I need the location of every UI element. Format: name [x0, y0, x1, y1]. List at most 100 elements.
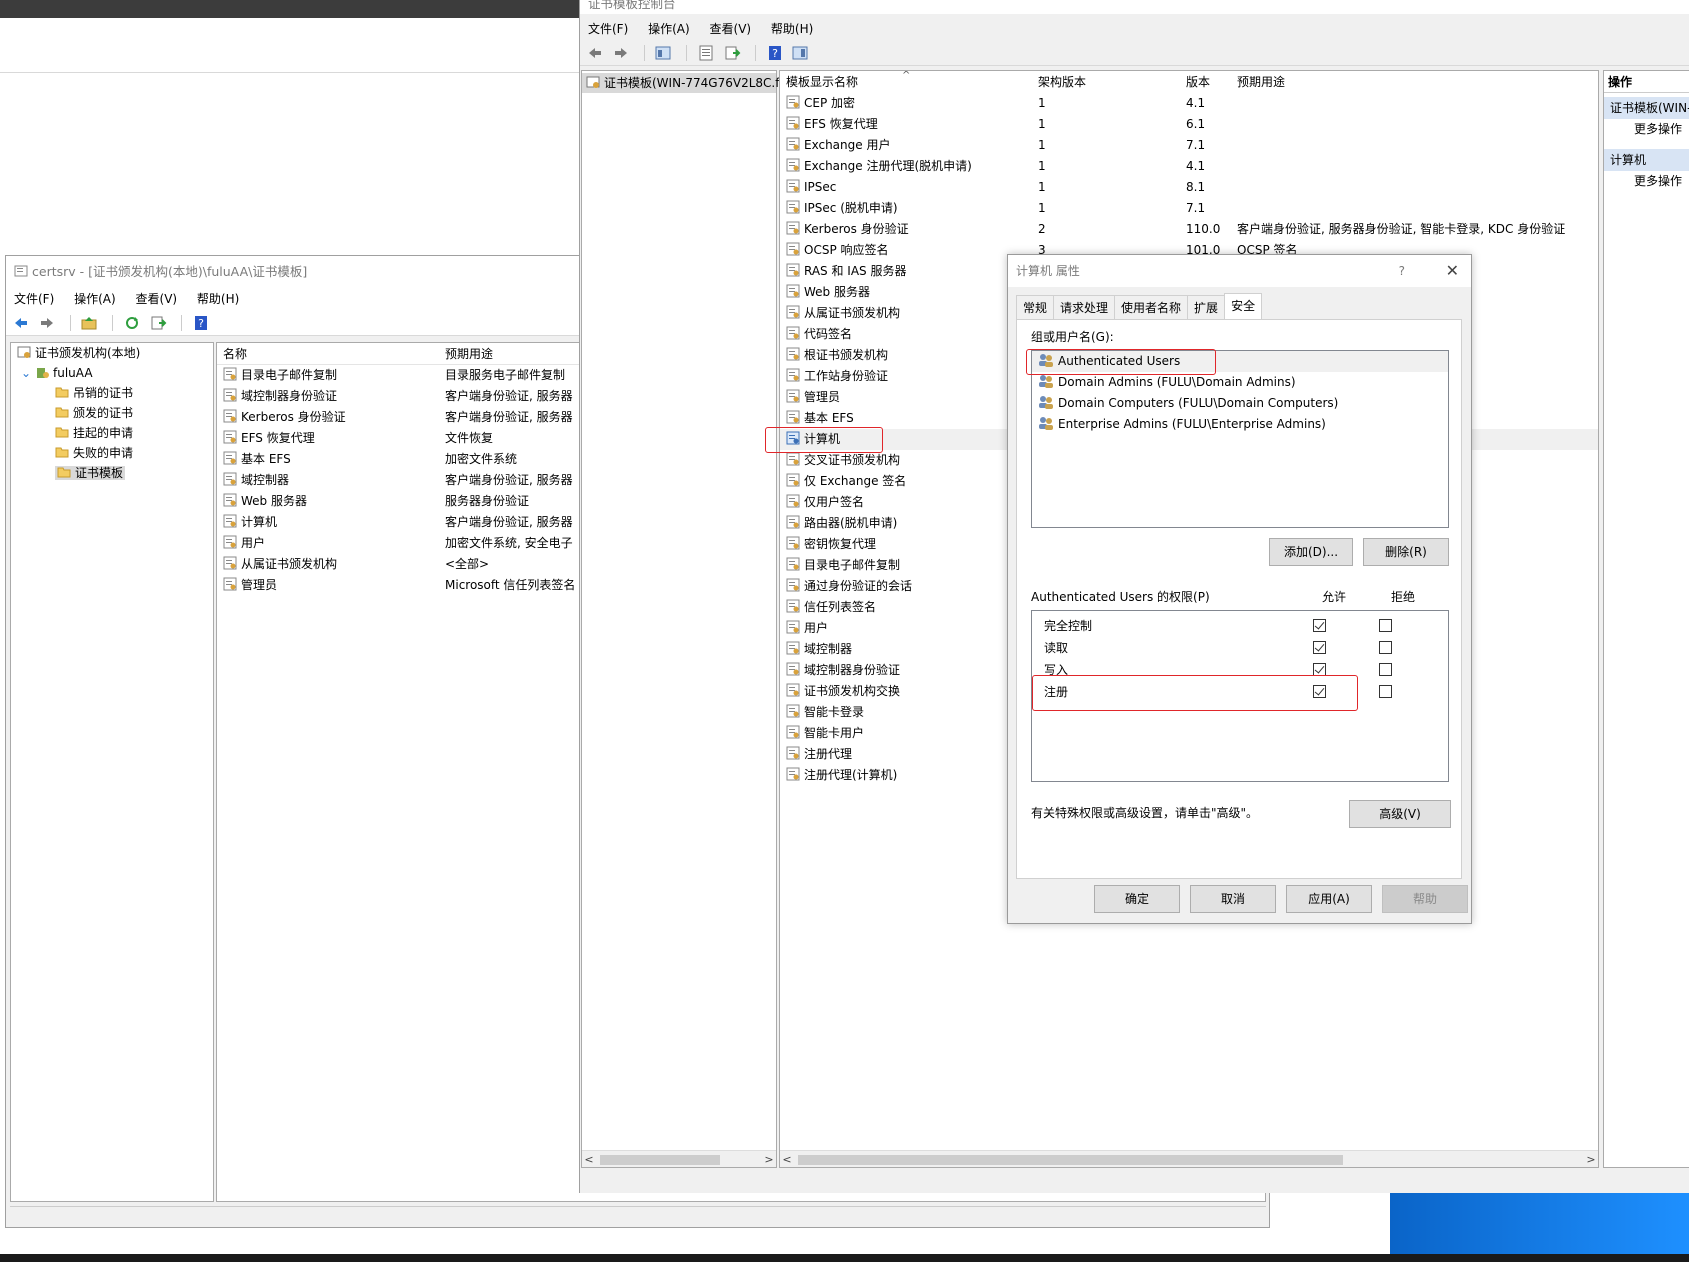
- tree-item-label: 失败的申请: [73, 446, 134, 460]
- help-icon[interactable]: ?: [192, 314, 210, 332]
- tree-templates-label: 证书模板(WIN-774G76V2L8C.f: [604, 76, 780, 90]
- tree-templates-node[interactable]: 证书模板(WIN-774G76V2L8C.f: [582, 73, 780, 93]
- row-name-label: 域控制器: [241, 473, 290, 487]
- properties-icon[interactable]: [697, 44, 715, 62]
- scroll-right-icon[interactable]: >: [762, 1151, 776, 1168]
- deny-checkbox[interactable]: [1379, 685, 1392, 698]
- svg-text:?: ?: [772, 47, 778, 60]
- tab-extensions[interactable]: 扩展: [1187, 295, 1226, 319]
- chevron-down-icon[interactable]: ⌄: [21, 363, 35, 383]
- column-header-schema[interactable]: 架构版本: [1038, 71, 1086, 93]
- tab-general[interactable]: 常规: [1016, 295, 1055, 319]
- template-row[interactable]: Exchange 注册代理(脱机申请) 1 4.1: [780, 156, 1598, 177]
- more-actions-link[interactable]: 更多操作: [1604, 119, 1689, 139]
- templates-toolbar: ?: [580, 40, 1689, 66]
- menu-help[interactable]: 帮助(H): [771, 22, 813, 36]
- advanced-button[interactable]: 高级(V): [1349, 800, 1451, 828]
- row-name: Kerberos 身份验证: [223, 407, 346, 428]
- row-purpose: 客户端身份验证, 服务器: [445, 389, 573, 403]
- menu-view[interactable]: 查看(V): [136, 292, 178, 306]
- dialog-titlebar[interactable]: 计算机 属性 ? ✕: [1008, 255, 1471, 287]
- add-button[interactable]: 添加(D)...: [1269, 538, 1353, 566]
- dialog-title: 计算机 属性: [1016, 264, 1080, 278]
- row-name: 域控制器: [223, 470, 289, 491]
- row-name: 从属证书颁发机构: [223, 554, 337, 575]
- template-row[interactable]: Exchange 用户 1 7.1: [780, 135, 1598, 156]
- row-name: 域控制器身份验证: [223, 386, 337, 407]
- back-arrow-icon[interactable]: [12, 314, 30, 332]
- templates-title: 证书模板控制台: [588, 0, 676, 11]
- show-tree-icon[interactable]: [654, 44, 672, 62]
- more-actions-link[interactable]: 更多操作: [1604, 171, 1689, 191]
- template-row[interactable]: CEP 加密 1 4.1: [780, 93, 1598, 114]
- show-action-pane-icon[interactable]: [791, 44, 809, 62]
- scroll-thumb[interactable]: [798, 1155, 1343, 1165]
- group-list-item[interactable]: Domain Admins (FULU\Domain Admins): [1032, 372, 1448, 393]
- allow-checkbox[interactable]: [1313, 619, 1326, 632]
- row-purpose: 客户端身份验证, 服务器: [445, 410, 573, 424]
- scroll-left-icon[interactable]: <: [582, 1151, 596, 1168]
- template-name: 智能卡登录: [786, 702, 864, 723]
- dialog-help-icon[interactable]: ?: [1399, 255, 1405, 287]
- refresh-icon[interactable]: [123, 314, 141, 332]
- column-header-version[interactable]: 版本: [1186, 71, 1210, 93]
- group-list-item[interactable]: Domain Computers (FULU\Domain Computers): [1032, 393, 1448, 414]
- background-window-titlebar: [0, 0, 580, 18]
- export-list-icon[interactable]: [149, 314, 167, 332]
- template-row[interactable]: Kerberos 身份验证 2 110.0 客户端身份验证, 服务器身份验证, 智能卡…: [780, 219, 1598, 240]
- deny-checkbox[interactable]: [1379, 641, 1392, 654]
- scroll-thumb[interactable]: [600, 1155, 720, 1165]
- column-header-name[interactable]: 名称: [223, 343, 247, 365]
- help-icon[interactable]: ?: [766, 44, 784, 62]
- forward-arrow-icon[interactable]: [612, 44, 630, 62]
- menu-file[interactable]: 文件(F): [14, 292, 54, 306]
- column-header-purpose[interactable]: 预期用途: [1237, 71, 1285, 93]
- menu-view[interactable]: 查看(V): [710, 22, 752, 36]
- template-row[interactable]: IPSec 1 8.1: [780, 177, 1598, 198]
- tree-horizontal-scrollbar[interactable]: < >: [582, 1150, 776, 1167]
- template-name-label: 仅 Exchange 签名: [804, 474, 907, 488]
- ok-button[interactable]: 确定: [1094, 885, 1180, 913]
- tree-item-failed[interactable]: 失败的申请: [11, 443, 213, 463]
- scroll-left-icon[interactable]: <: [780, 1151, 794, 1167]
- cancel-button[interactable]: 取消: [1190, 885, 1276, 913]
- allow-checkbox[interactable]: [1313, 641, 1326, 654]
- tree-item-revoked[interactable]: 吊销的证书: [11, 383, 213, 403]
- help-button[interactable]: 帮助: [1382, 885, 1468, 913]
- list-horizontal-scrollbar[interactable]: < >: [780, 1150, 1598, 1167]
- menu-help[interactable]: 帮助(H): [197, 292, 239, 306]
- template-row[interactable]: EFS 恢复代理 1 6.1: [780, 114, 1598, 135]
- deny-checkbox[interactable]: [1379, 663, 1392, 676]
- column-header-display-name[interactable]: 模板显示名称: [786, 71, 858, 93]
- template-row[interactable]: IPSec (脱机申请) 1 7.1: [780, 198, 1598, 219]
- certificate-template-icon: [786, 389, 800, 403]
- menu-action[interactable]: 操作(A): [74, 292, 116, 306]
- templates-titlebar[interactable]: 证书模板控制台: [580, 0, 1689, 14]
- tab-security[interactable]: 安全: [1224, 293, 1263, 319]
- tree-item-issued[interactable]: 颁发的证书: [11, 403, 213, 423]
- deny-checkbox[interactable]: [1379, 619, 1392, 632]
- remove-button[interactable]: 删除(R): [1363, 538, 1449, 566]
- tab-request-handling[interactable]: 请求处理: [1053, 295, 1116, 319]
- actions-section-computer[interactable]: 计算机: [1604, 149, 1689, 171]
- menu-action[interactable]: 操作(A): [648, 22, 690, 36]
- template-name: 仅用户签名: [786, 492, 864, 513]
- close-icon[interactable]: ✕: [1446, 255, 1459, 287]
- actions-section-templates[interactable]: 证书模板(WIN-: [1604, 97, 1689, 119]
- tree-item-pending[interactable]: 挂起的申请: [11, 423, 213, 443]
- column-header-purpose[interactable]: 预期用途: [445, 343, 493, 365]
- tree-item-templates[interactable]: 证书模板: [11, 463, 213, 483]
- up-folder-icon[interactable]: [80, 314, 98, 332]
- tree-root[interactable]: 证书颁发机构(本地): [11, 343, 213, 363]
- menu-file[interactable]: 文件(F): [588, 22, 628, 36]
- forward-arrow-icon[interactable]: [38, 314, 56, 332]
- apply-button[interactable]: 应用(A): [1286, 885, 1372, 913]
- group-list-item[interactable]: Enterprise Admins (FULU\Enterprise Admin…: [1032, 414, 1448, 435]
- export-list-icon[interactable]: [723, 44, 741, 62]
- tab-subject-name[interactable]: 使用者名称: [1114, 295, 1189, 319]
- scroll-right-icon[interactable]: >: [1584, 1151, 1598, 1167]
- back-arrow-icon[interactable]: [586, 44, 604, 62]
- actions-header: 操作: [1604, 71, 1689, 93]
- group-user-list[interactable]: Authenticated Users Domain Admins (FULU\D…: [1031, 350, 1449, 528]
- tree-ca-node[interactable]: ⌄ fuluAA: [11, 363, 213, 383]
